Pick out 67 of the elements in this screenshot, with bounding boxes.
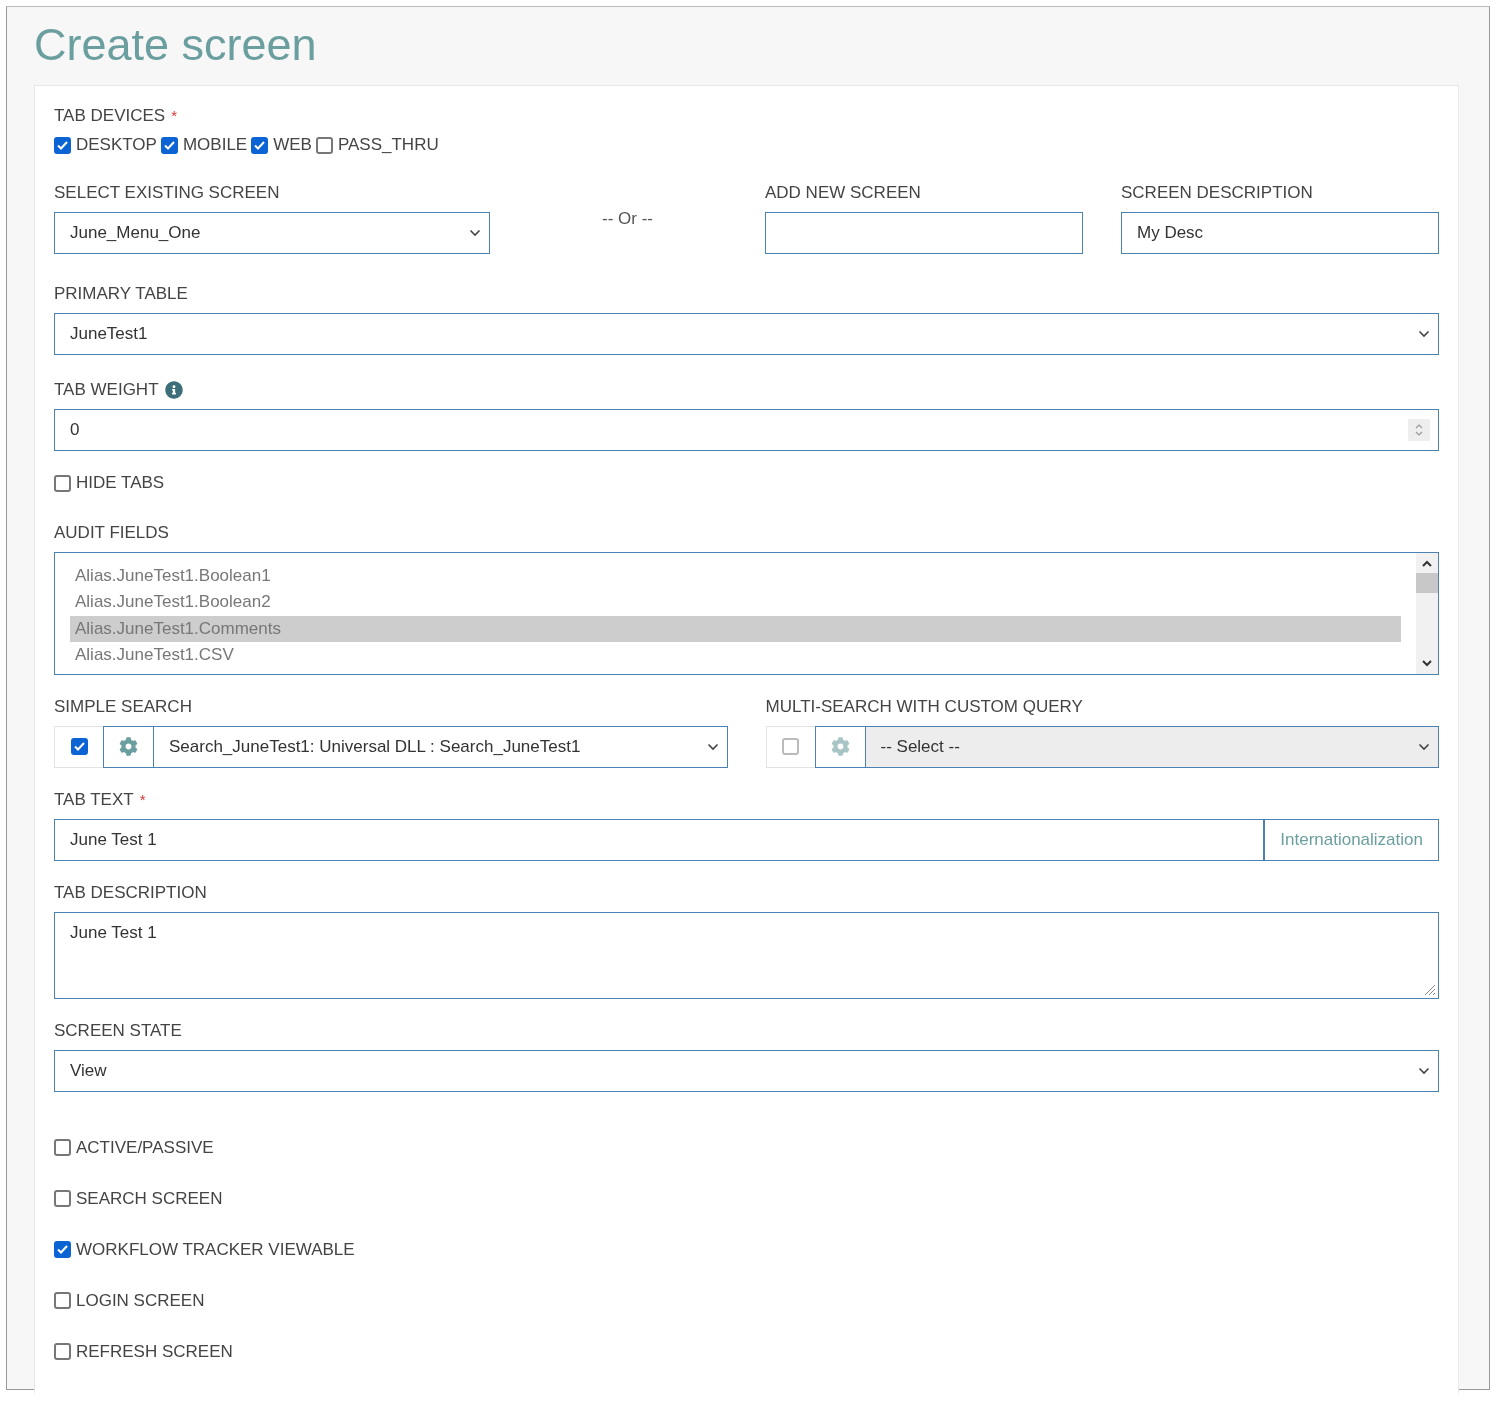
checkbox[interactable] xyxy=(54,1190,71,1207)
settings-icon xyxy=(830,737,850,756)
checkbox[interactable] xyxy=(54,1292,71,1309)
field-label: TAB DESCRIPTION xyxy=(54,882,207,903)
chevron-down-icon xyxy=(706,742,719,751)
number-field[interactable]: 0 xyxy=(54,409,1439,451)
checkbox[interactable] xyxy=(251,136,269,154)
checkbox[interactable] xyxy=(54,1343,71,1360)
checkmark-icon xyxy=(57,140,68,150)
checkbox-label: MOBILE xyxy=(182,135,248,155)
field-label: SIMPLE SEARCH xyxy=(54,696,192,717)
settings-button[interactable] xyxy=(814,725,865,768)
checkbox-label: WORKFLOW TRACKER VIEWABLE xyxy=(76,1239,355,1260)
scrollbar-thumb[interactable] xyxy=(1416,572,1438,593)
scrollbar[interactable] xyxy=(1416,552,1438,674)
search-select[interactable]: Search_JuneTest1: Universal DLL : Search_JuneTest1 xyxy=(153,725,728,768)
chevron-down-icon xyxy=(1418,1066,1430,1075)
field-label: SELECT EXISTING SCREEN xyxy=(54,183,280,203)
field-label: SCREEN STATE xyxy=(54,1020,182,1041)
checkbox-label: LOGIN SCREEN xyxy=(76,1290,205,1311)
settings-icon xyxy=(119,737,138,756)
checkbox[interactable] xyxy=(70,738,88,755)
checkbox-label: SEARCH SCREEN xyxy=(76,1188,223,1209)
info-icon xyxy=(164,381,183,399)
checkbox-label: ACTIVE/PASSIVE xyxy=(76,1137,214,1158)
checkbox-label: DESKTOP xyxy=(76,135,157,155)
spinner-icon[interactable] xyxy=(1408,419,1430,441)
checkbox-label: REFRESH SCREEN xyxy=(76,1341,233,1362)
chevron-down-icon xyxy=(1418,330,1430,338)
checkbox[interactable] xyxy=(54,1139,71,1156)
field-label: TAB WEIGHT xyxy=(54,380,159,400)
checkbox-label: PASS_THRU xyxy=(337,135,439,155)
checkmark-icon xyxy=(163,140,175,150)
list-option[interactable]: Alias.JuneTest1.CSV xyxy=(70,642,1401,669)
table-select[interactable]: JuneTest1 xyxy=(54,313,1439,355)
field-label: ADD NEW SCREEN xyxy=(765,183,921,203)
input-field[interactable]: My Desc xyxy=(1121,212,1439,254)
checkmark-icon xyxy=(73,742,85,751)
checkbox-label: HIDE TABS xyxy=(76,473,165,493)
field-label: AUDIT FIELDS xyxy=(54,522,169,543)
field-label: MULTI-SEARCH WITH CUSTOM QUERY xyxy=(765,696,1083,717)
checkbox[interactable] xyxy=(54,474,71,492)
field-label: PRIMARY TABLE xyxy=(54,284,188,304)
checkmark-icon xyxy=(57,1245,68,1254)
checkbox[interactable] xyxy=(160,136,178,154)
settings-button[interactable] xyxy=(103,725,153,768)
text-area[interactable]: June Test 1 xyxy=(54,911,1439,999)
or-separator: -- Or -- xyxy=(602,208,653,229)
checkbox[interactable] xyxy=(315,136,333,154)
list-option[interactable]: Alias.JuneTest1.Boolean2 xyxy=(70,589,1401,616)
checkmark-icon xyxy=(254,140,266,150)
page-title: Create screen xyxy=(34,19,317,71)
field-label: TAB DEVICES xyxy=(54,106,166,126)
screen-select[interactable]: June_Menu_One xyxy=(54,212,490,254)
checkbox-label: WEB xyxy=(273,135,312,155)
chevron-down-icon xyxy=(469,229,481,237)
checkbox[interactable] xyxy=(54,1241,71,1258)
state-select[interactable]: View xyxy=(54,1049,1439,1092)
field-label: SCREEN DESCRIPTION xyxy=(1121,183,1313,203)
input-field[interactable] xyxy=(765,212,1083,254)
chevron-down-icon xyxy=(1418,742,1430,751)
required-mark: * xyxy=(171,106,177,126)
required-mark: * xyxy=(139,789,146,810)
input-field[interactable]: June Test 1 xyxy=(54,818,1265,861)
checkbox[interactable] xyxy=(54,136,71,154)
list-option[interactable]: Alias.JuneTest1.Boolean1 xyxy=(70,562,1401,589)
field-label: TAB TEXT xyxy=(54,789,134,810)
